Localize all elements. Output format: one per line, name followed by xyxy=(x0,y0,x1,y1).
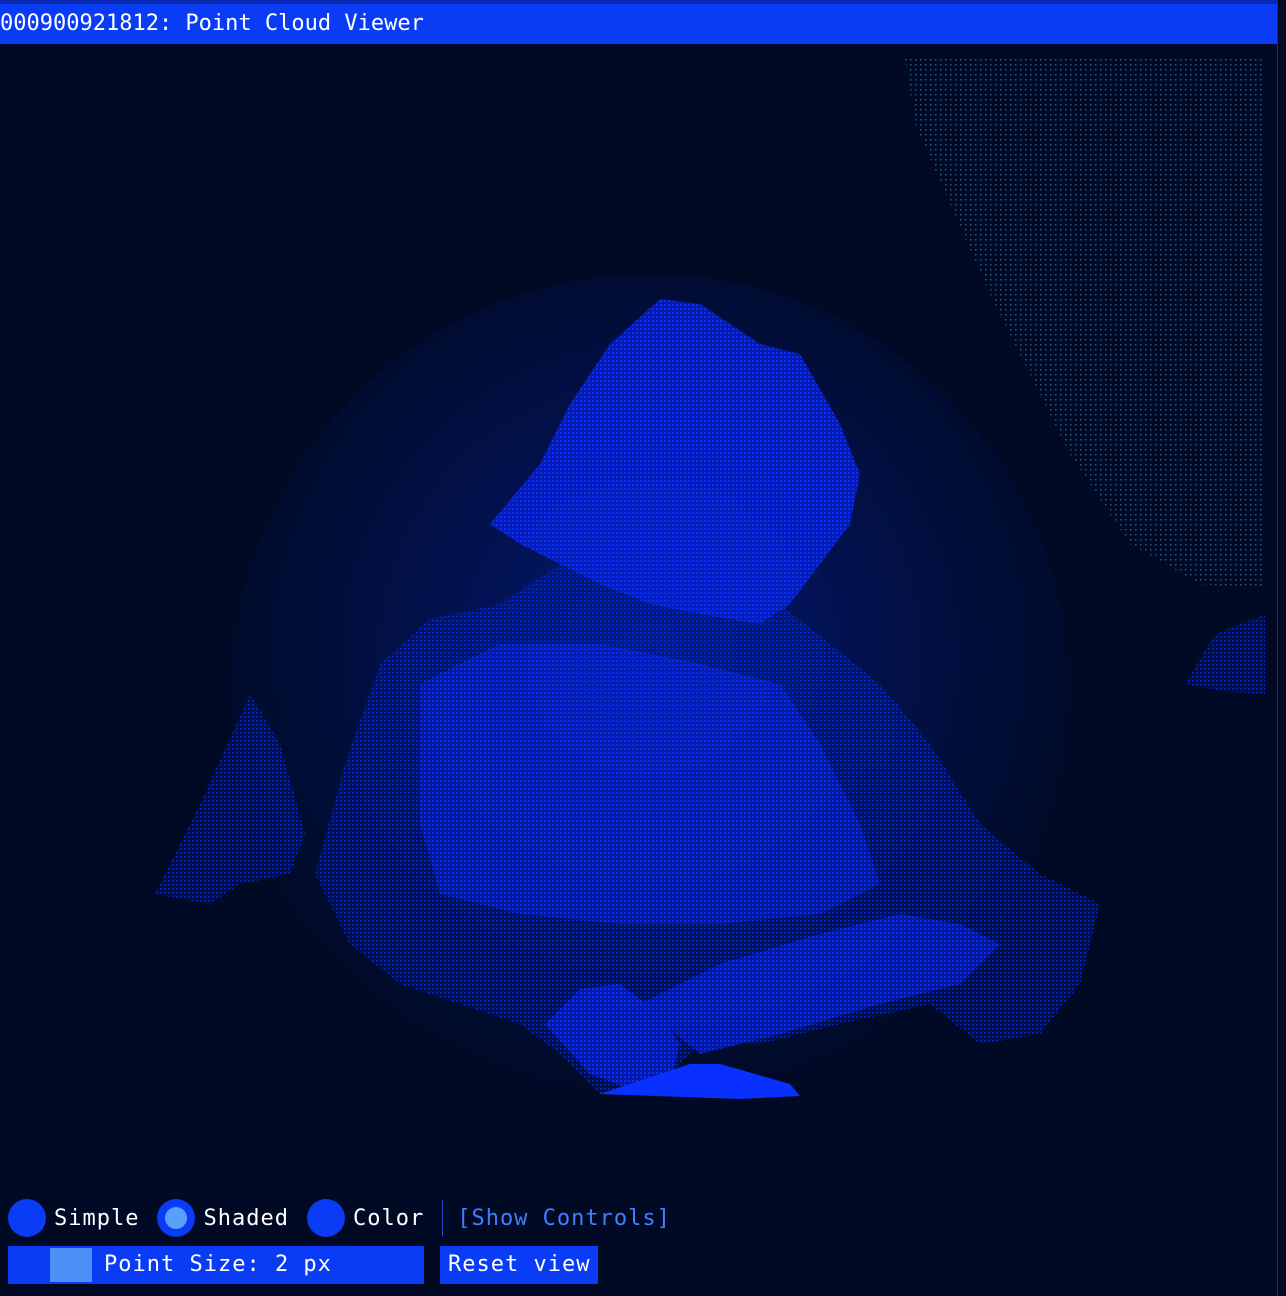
window-titlebar[interactable]: 000900921812: Point Cloud Viewer xyxy=(0,0,1278,44)
view-controls: Point Size: 2 px Reset view xyxy=(8,1246,599,1284)
render-mode-simple[interactable]: Simple xyxy=(8,1199,139,1237)
render-mode-label: Color xyxy=(352,1205,425,1231)
controls-separator xyxy=(442,1200,444,1236)
point-cloud-viewer-window: 000900921812: Point Cloud Viewer Simple … xyxy=(0,0,1286,1296)
point-cloud-render xyxy=(155,59,1265,1114)
right-object-points xyxy=(1185,614,1265,694)
window-right-border xyxy=(1277,0,1286,1296)
point-size-slider[interactable]: Point Size: 2 px xyxy=(8,1246,424,1284)
render-mode-color[interactable]: Color xyxy=(306,1199,425,1237)
render-mode-label: Shaded xyxy=(203,1205,289,1231)
slider-grab-handle[interactable] xyxy=(50,1248,92,1282)
render-mode-label: Simple xyxy=(54,1205,140,1231)
radio-button-icon[interactable] xyxy=(8,1199,46,1237)
reset-view-button[interactable]: Reset view xyxy=(440,1246,599,1284)
point-cloud-viewport[interactable] xyxy=(0,44,1278,1184)
render-mode-controls: Simple Shaded Color [Show Controls] xyxy=(8,1198,671,1238)
point-cloud-glow xyxy=(230,274,1070,1114)
radio-button-icon[interactable] xyxy=(306,1199,345,1237)
window-title: 000900921812: Point Cloud Viewer xyxy=(0,11,424,36)
point-size-label: Point Size: 2 px xyxy=(104,1252,332,1277)
render-mode-shaded[interactable]: Shaded xyxy=(157,1199,288,1237)
show-controls-link[interactable]: [Show Controls] xyxy=(457,1206,671,1231)
radio-button-selected-icon[interactable] xyxy=(157,1199,196,1237)
